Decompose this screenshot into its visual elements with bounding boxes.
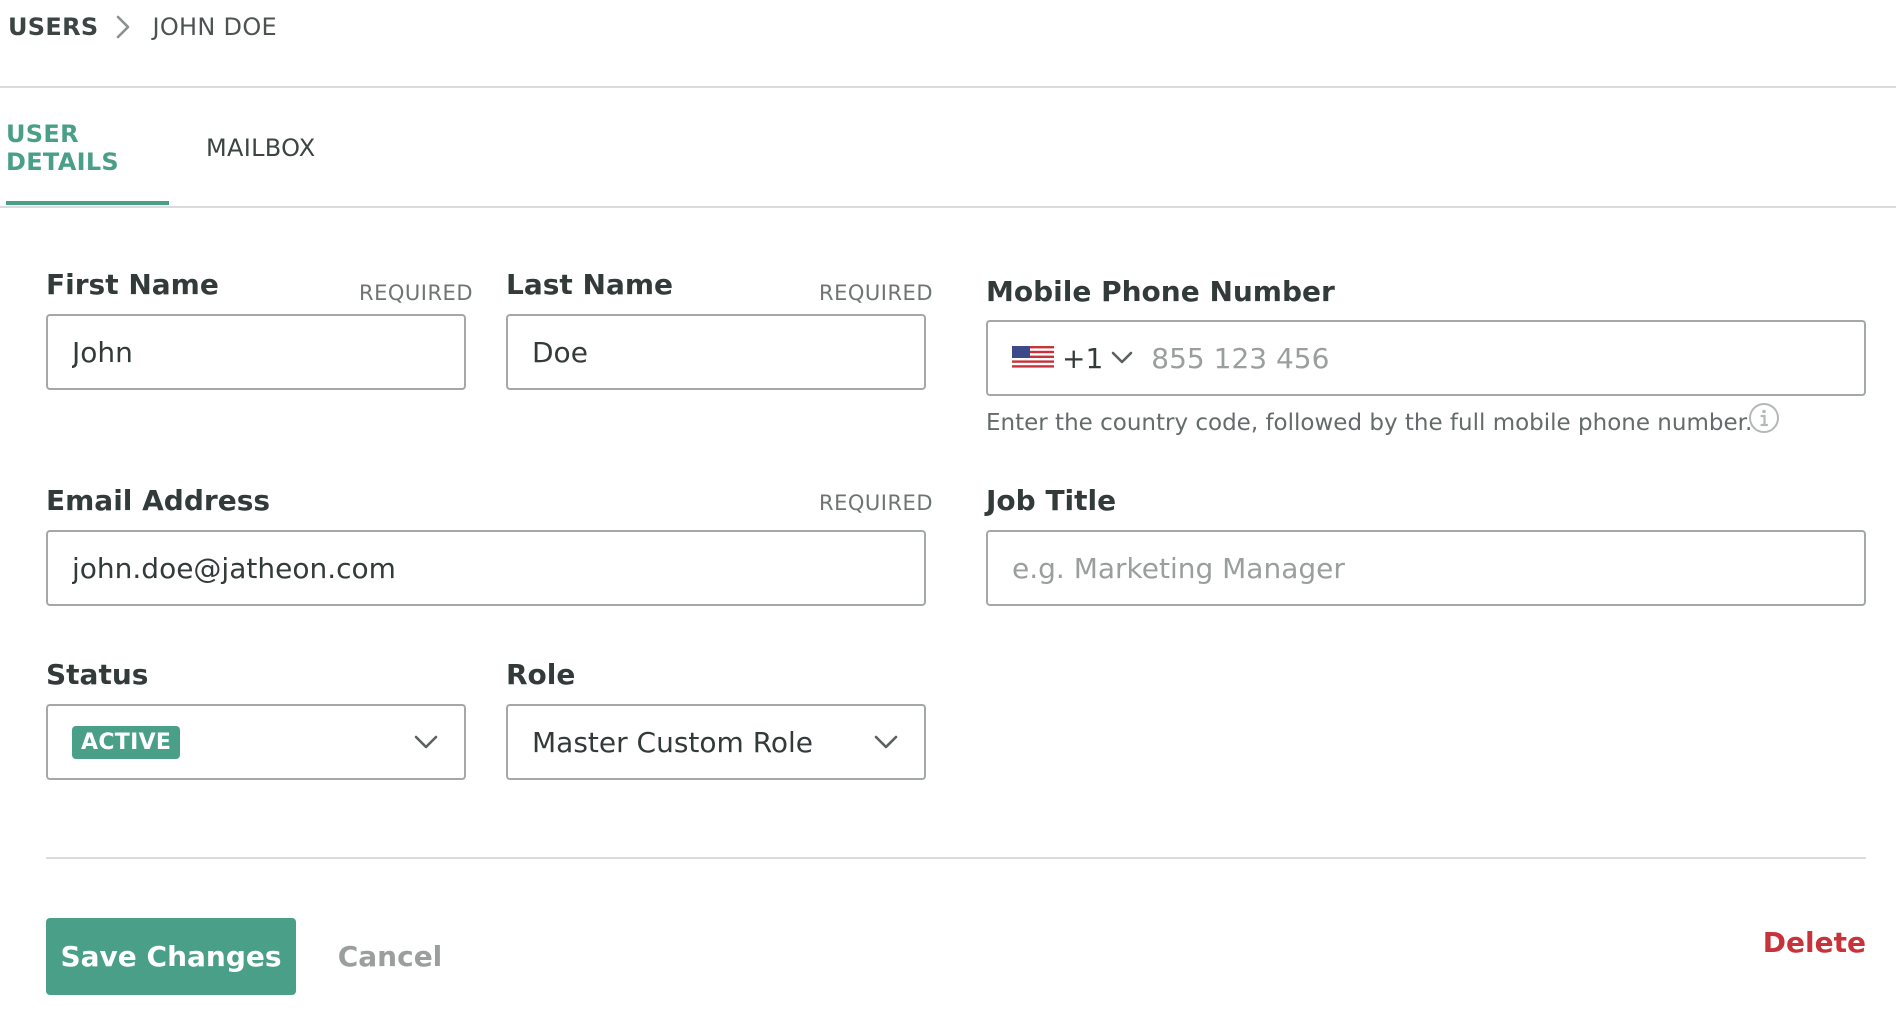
email-input[interactable] [72, 551, 924, 585]
chevron-down-icon [874, 735, 898, 749]
mobile-phone-label: Mobile Phone Number [986, 275, 1335, 308]
status-label: Status [46, 658, 149, 691]
status-select[interactable]: ACTIVE [46, 704, 466, 780]
job-title-input[interactable] [1012, 551, 1864, 585]
tab-bar: USER DETAILS MAILBOX [0, 88, 1896, 208]
first-name-field [46, 314, 466, 390]
job-title-label: Job Title [986, 484, 1117, 517]
status-badge: ACTIVE [72, 725, 181, 759]
save-changes-button[interactable]: Save Changes [46, 918, 296, 995]
user-details-page: USERS JOHN DOE USER DETAILS MAILBOX Firs… [0, 0, 1896, 1010]
tab-user-details[interactable]: USER DETAILS [6, 88, 170, 208]
country-code-select[interactable]: +1 [1012, 342, 1133, 375]
role-value: Master Custom Role [532, 725, 814, 759]
last-name-field [506, 314, 926, 390]
role-label: Role [506, 658, 576, 691]
first-name-label: First Name [46, 268, 219, 301]
last-name-required: REQUIRED [819, 281, 933, 305]
us-flag-icon [1012, 346, 1054, 370]
cancel-button[interactable]: Cancel [330, 918, 450, 995]
mobile-phone-field: +1 [986, 320, 1866, 396]
email-required: REQUIRED [819, 491, 933, 515]
country-code: +1 [1062, 341, 1104, 375]
breadcrumb: USERS JOHN DOE [8, 10, 277, 44]
breadcrumb-users-link[interactable]: USERS [8, 13, 98, 41]
form-divider [46, 857, 1866, 859]
info-icon[interactable] [1748, 402, 1780, 434]
chevron-down-icon [414, 735, 438, 749]
job-title-field [986, 530, 1866, 606]
delete-button[interactable]: Delete [1763, 918, 1866, 966]
tabs-divider [0, 206, 1896, 208]
role-select[interactable]: Master Custom Role [506, 704, 926, 780]
mobile-phone-input[interactable] [1151, 341, 1864, 375]
last-name-input[interactable] [532, 335, 924, 369]
last-name-label: Last Name [506, 268, 674, 301]
first-name-required: REQUIRED [359, 281, 473, 305]
breadcrumb-current: JOHN DOE [152, 13, 277, 41]
email-label: Email Address [46, 484, 271, 517]
mobile-phone-helper: Enter the country code, followed by the … [986, 410, 1753, 436]
first-name-input[interactable] [72, 335, 464, 369]
chevron-down-icon [1111, 351, 1133, 364]
chevron-right-icon [116, 15, 130, 39]
tab-mailbox[interactable]: MAILBOX [206, 88, 316, 208]
email-field [46, 530, 926, 606]
active-tab-indicator [6, 201, 169, 205]
